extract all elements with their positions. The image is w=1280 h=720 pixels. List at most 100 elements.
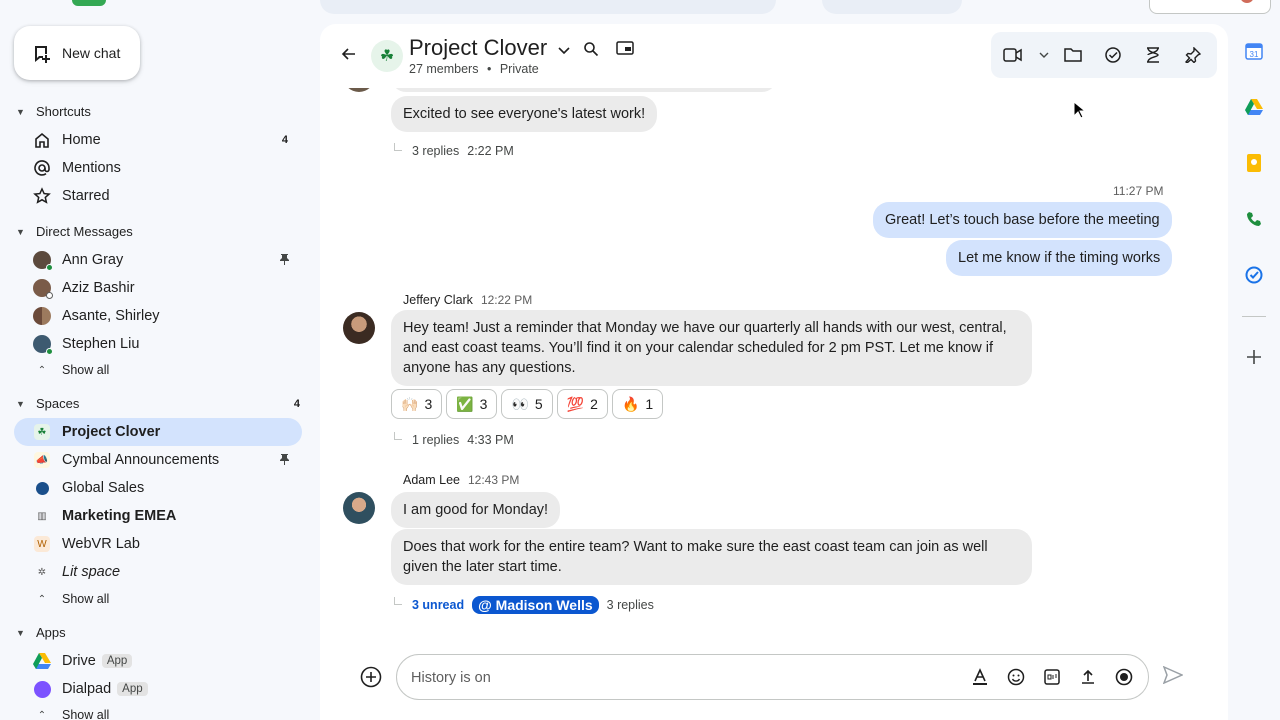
message-input[interactable]	[411, 667, 951, 689]
reaction-bar: 🙌🏻 3 ✅ 3 👀 5 💯 2 🔥 1	[391, 389, 664, 419]
send-icon[interactable]	[1162, 665, 1185, 688]
thread-summary[interactable]: 3 unread @ Madison Wells 3 replies	[394, 596, 654, 614]
sender-name[interactable]: Adam Lee	[403, 473, 460, 487]
space-lit-space[interactable]: ✲ Lit space	[14, 558, 302, 586]
reply-count[interactable]: 3 replies	[412, 144, 459, 158]
message-bubble-cropped[interactable]	[391, 88, 777, 92]
reaction-chip[interactable]: 👀 5	[501, 389, 553, 419]
message-bubble[interactable]: Does that work for the entire team? Want…	[391, 529, 1032, 585]
dm-aziz-bashir[interactable]: Aziz Bashir	[14, 274, 302, 302]
chevron-down-icon[interactable]	[558, 42, 570, 58]
unread-count[interactable]: 3 unread	[412, 598, 464, 612]
megaphone-icon: 📣	[34, 452, 50, 468]
reaction-chip[interactable]: ✅ 3	[446, 389, 498, 419]
account-avatar[interactable]	[1240, 0, 1254, 3]
mouse-cursor-icon	[1073, 100, 1087, 122]
record-icon[interactable]	[1114, 666, 1134, 688]
shortcut-home[interactable]: Home 4	[14, 126, 302, 154]
status-pill[interactable]	[822, 0, 962, 14]
apps-title: Apps	[36, 625, 66, 640]
shortcut-mentions[interactable]: Mentions	[14, 154, 302, 182]
at-icon	[28, 159, 56, 177]
reaction-chip[interactable]: 🔥 1	[611, 389, 664, 419]
message-bubble[interactable]: Hey team! Just a reminder that Monday we…	[391, 310, 1032, 386]
app-dialpad[interactable]: Dialpad App	[14, 675, 302, 703]
spaces-title: Spaces	[36, 396, 80, 411]
text-format-icon[interactable]	[970, 666, 990, 688]
message-text: Hey team! Just a reminder that Monday we…	[403, 320, 1007, 376]
upload-icon[interactable]	[1078, 666, 1098, 688]
new-chat-button[interactable]: New chat	[14, 26, 140, 80]
pin-icon[interactable]	[1173, 35, 1213, 75]
keep-icon[interactable]	[1244, 153, 1264, 173]
apps-header[interactable]: ▼ Apps	[14, 625, 294, 640]
space-webvr-lab[interactable]: W WebVR Lab	[14, 530, 302, 558]
sender-name[interactable]: Jeffery Clark	[403, 293, 473, 307]
dm-ann-gray[interactable]: Ann Gray	[14, 246, 302, 274]
clover-icon: ☘	[34, 424, 50, 440]
task-check-icon[interactable]	[1093, 35, 1133, 75]
reaction-chip[interactable]: 💯 2	[556, 389, 608, 419]
add-attachment-icon[interactable]	[360, 666, 382, 688]
spaces-show-all-button[interactable]: ⌃ Show all	[14, 585, 302, 613]
thread-summary[interactable]: 3 replies 2:22 PM	[394, 143, 514, 158]
page-title[interactable]: Project Clover	[409, 35, 547, 61]
add-icon[interactable]	[1244, 347, 1264, 367]
folder-icon[interactable]	[1053, 35, 1093, 75]
show-all-label: Show all	[62, 363, 110, 377]
account-switcher[interactable]	[1149, 0, 1271, 14]
dm-show-all-button[interactable]: ⌃ Show all	[14, 356, 302, 384]
thread-summary[interactable]: 1 replies 4:33 PM	[394, 432, 514, 447]
space-avatar[interactable]: ☘	[371, 40, 403, 72]
phone-icon[interactable]	[1244, 209, 1264, 229]
pin-icon[interactable]	[279, 253, 290, 268]
pin-icon[interactable]	[279, 453, 290, 468]
member-count[interactable]: 27 members	[409, 62, 478, 76]
avatar[interactable]	[343, 492, 375, 524]
direct-messages-title: Direct Messages	[36, 224, 133, 239]
space-cymbal-announcements[interactable]: 📣 Cymbal Announcements	[14, 446, 302, 474]
direct-messages-header[interactable]: ▼ Direct Messages	[14, 224, 294, 239]
emoji-icon[interactable]	[1006, 666, 1026, 688]
message-bubble[interactable]: I am good for Monday!	[391, 492, 561, 528]
gif-icon[interactable]	[1042, 666, 1062, 688]
avatar[interactable]	[343, 312, 375, 344]
avatar[interactable]	[343, 88, 375, 92]
message-bubble[interactable]: Excited to see everyone's latest work!	[391, 96, 658, 132]
reaction-count: 3	[424, 396, 433, 412]
show-all-label: Show all	[62, 592, 110, 606]
hourglass-icon[interactable]	[1133, 35, 1173, 75]
dm-label: Aziz Bashir	[62, 280, 135, 296]
video-call-icon[interactable]	[991, 35, 1035, 75]
webvr-letter-icon: W	[34, 536, 50, 552]
reply-count[interactable]: 1 replies	[412, 433, 459, 447]
message-list: Excited to see everyone's latest work! 3…	[320, 88, 1228, 648]
my-message-bubble[interactable]: Let me know if the timing works	[946, 240, 1173, 276]
back-button[interactable]	[338, 44, 358, 64]
calendar-icon[interactable]: 31	[1244, 41, 1264, 61]
mention-chip[interactable]: @ Madison Wells	[472, 596, 599, 614]
reaction-chip[interactable]: 🙌🏻 3	[391, 389, 443, 419]
search-icon[interactable]	[583, 41, 599, 60]
spaces-header[interactable]: ▼ Spaces 4	[14, 396, 300, 411]
space-global-sales[interactable]: Global Sales	[14, 474, 302, 502]
space-project-clover[interactable]: ☘ Project Clover	[14, 418, 302, 446]
shortcuts-header[interactable]: ▼ Shortcuts	[14, 104, 294, 119]
space-marketing-emea[interactable]: ▥ Marketing EMEA	[14, 502, 302, 530]
globe-icon	[35, 481, 49, 495]
tasks-icon[interactable]	[1244, 265, 1264, 285]
google-drive-icon[interactable]	[1244, 97, 1264, 117]
shortcut-starred[interactable]: Starred	[14, 182, 302, 210]
dm-stephen-liu[interactable]: Stephen Liu	[14, 330, 302, 358]
search-bar[interactable]	[320, 0, 776, 14]
dm-asante-shirley[interactable]: Asante, Shirley	[14, 302, 302, 330]
chevron-down-icon[interactable]	[1035, 35, 1053, 75]
spaces-count-badge: 4	[293, 397, 300, 410]
app-drive[interactable]: Drive App	[14, 647, 302, 675]
reply-count[interactable]: 3 replies	[607, 598, 654, 612]
picture-in-picture-icon[interactable]	[616, 41, 634, 58]
apps-show-all-button[interactable]: ⌃ Show all	[14, 701, 302, 720]
separator-dot: •	[486, 62, 492, 76]
my-message-bubble[interactable]: Great! Let’s touch base before the meeti…	[873, 202, 1172, 238]
hundred-emoji-icon: 💯	[566, 395, 585, 412]
